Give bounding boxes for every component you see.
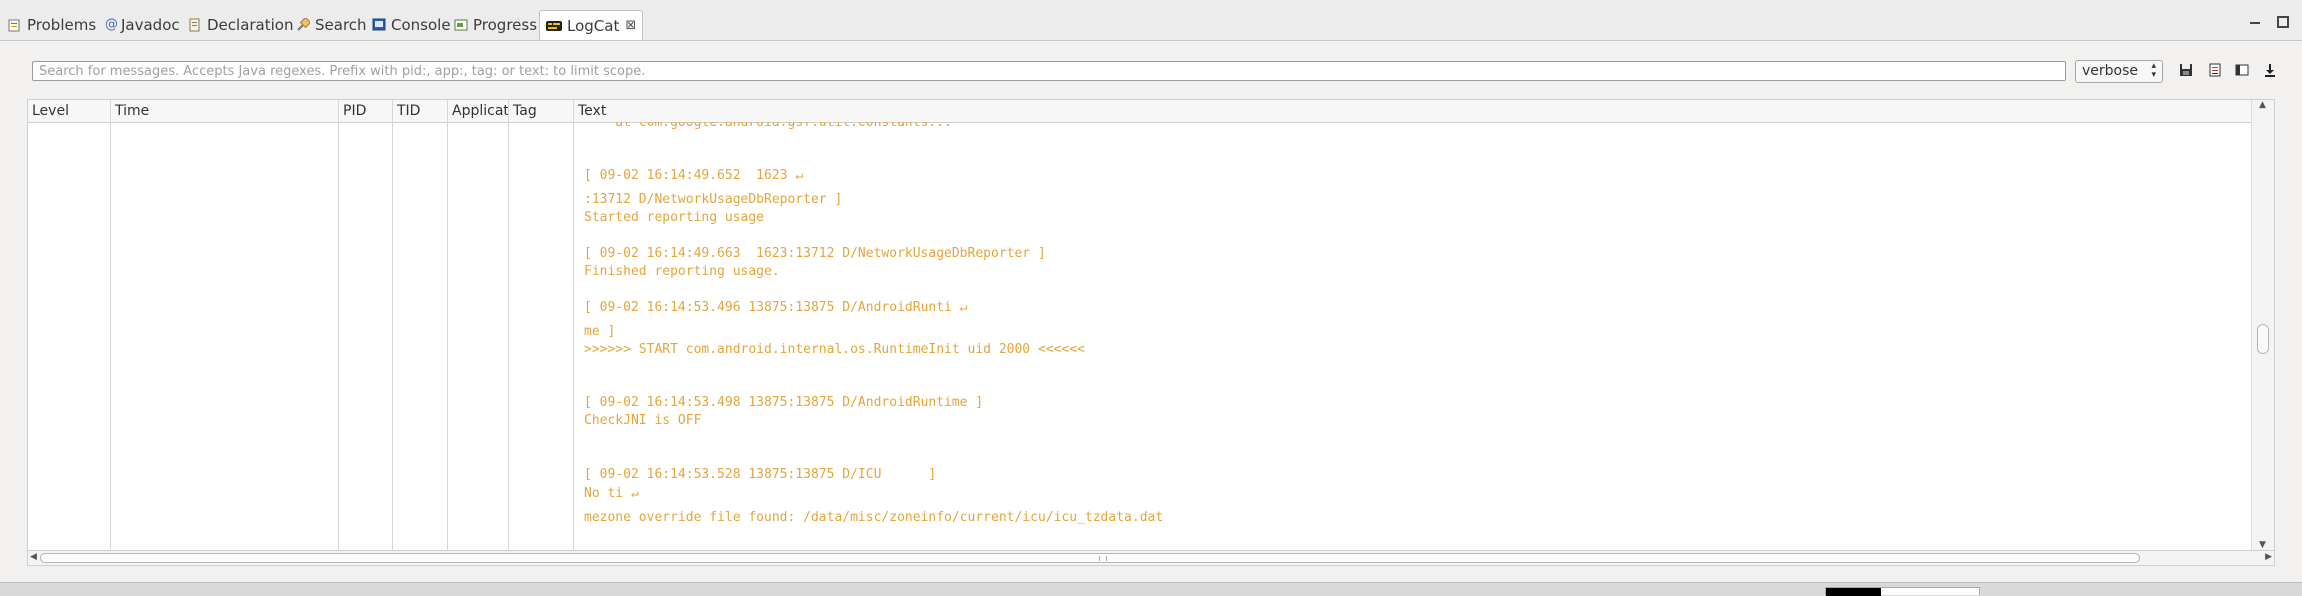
vertical-scroll-thumb[interactable] [2257,324,2269,354]
log-line: :13712 D/NetworkUsageDbReporter ] [584,192,843,207]
log-level-value: verbose [2082,63,2139,79]
log-line: mezone override file found: /data/misc/z… [584,510,1164,525]
tab-progress[interactable]: Progress [454,12,537,38]
scroll-left-icon[interactable]: ◀ [30,552,37,562]
tab-logcat[interactable]: LogCat ⊠ [539,10,644,40]
clear-log-icon[interactable] [2207,63,2223,79]
column-tag[interactable]: Tag [509,100,573,122]
column-level[interactable]: Level [28,100,110,122]
log-line: CheckJNI is OFF [584,413,702,428]
tab-label: Problems [27,16,97,34]
search-input[interactable] [32,61,2066,81]
log-line: No ti ↵ [584,486,639,501]
vertical-scrollbar[interactable]: ▲ ▼ [2251,100,2274,550]
log-line: [ 09-02 16:14:49.663 1623:13712 D/Networ… [584,246,1046,261]
tab-javadoc[interactable]: @ Javadoc [105,12,180,38]
scroll-down-icon[interactable]: ▼ [2259,540,2266,550]
log-line: Finished reporting usage. [584,264,780,279]
logcat-icon [546,19,562,33]
column-tid[interactable]: TID [393,100,447,122]
log-line: [ 09-02 16:14:53.498 13875:13875 D/Andro… [584,395,984,410]
log-line: [ 09-02 16:14:49.652 1623 ↵ [584,168,804,183]
scroll-lock-icon[interactable] [2262,63,2278,79]
maximize-icon[interactable] [2275,14,2289,28]
save-icon[interactable] [2178,63,2194,79]
console-icon [372,18,386,32]
tab-problems[interactable]: Problems [8,12,96,38]
minimize-icon[interactable] [2248,14,2262,28]
tab-label: Progress [473,16,538,34]
spinner-arrows-icon: ▴ ▾ [2151,61,2156,80]
log-line: [ 09-02 16:14:53.528 13875:13875 D/ICU ] [584,467,937,482]
horizontal-scroll-thumb[interactable] [40,553,2140,563]
toggle-columns-icon[interactable] [2234,63,2250,79]
tab-console[interactable]: Console [372,12,451,38]
log-level-select[interactable]: verbose ▴ ▾ [2075,60,2163,83]
scroll-right-icon[interactable]: ▶ [2265,552,2272,562]
horizontal-scrollbar[interactable]: ◀ ▶ [27,551,2275,566]
column-pid[interactable]: PID [339,100,392,122]
tab-declaration[interactable]: Declaration [188,12,293,38]
problems-icon [8,18,22,32]
log-line: at com.google.android.gsf.util.Constants… [584,122,952,130]
javadoc-icon: @ [105,17,118,32]
column-time[interactable]: Time [111,100,338,122]
tab-label: Console [391,16,451,34]
tab-search[interactable]: Search [296,12,367,38]
search-icon [296,16,312,32]
scroll-up-icon[interactable]: ▲ [2259,100,2266,110]
grip-icon [1099,556,1107,561]
column-application[interactable]: Applicat [448,100,508,122]
log-line: >>>>>> START com.android.internal.os.Run… [584,342,1085,357]
log-line: me ] [584,324,616,339]
close-icon[interactable]: ⊠ [625,18,636,33]
tab-label: Search [315,16,367,34]
declaration-icon [188,18,202,32]
progress-icon [454,18,468,32]
column-text[interactable]: Text [574,100,1174,122]
log-messages[interactable]: at com.google.android.gsf.util.Constants… [584,122,2246,550]
table-header: Level Time PID TID Applicat Tag Text [28,100,2274,123]
tab-label: LogCat [567,16,620,35]
status-progress-indicator [1825,587,1980,596]
log-line: [ 09-02 16:14:53.496 13875:13875 D/Andro… [584,300,968,315]
tab-label: Javadoc [121,16,180,34]
log-table: Level Time PID TID Applicat Tag Text at … [27,99,2275,551]
tab-label: Declaration [207,16,294,34]
view-tab-bar: Problems @ Javadoc Declaration Search Con… [0,0,2302,41]
log-line: Started reporting usage [584,210,765,225]
logcat-view: Problems @ Javadoc Declaration Search Con… [0,0,2302,583]
